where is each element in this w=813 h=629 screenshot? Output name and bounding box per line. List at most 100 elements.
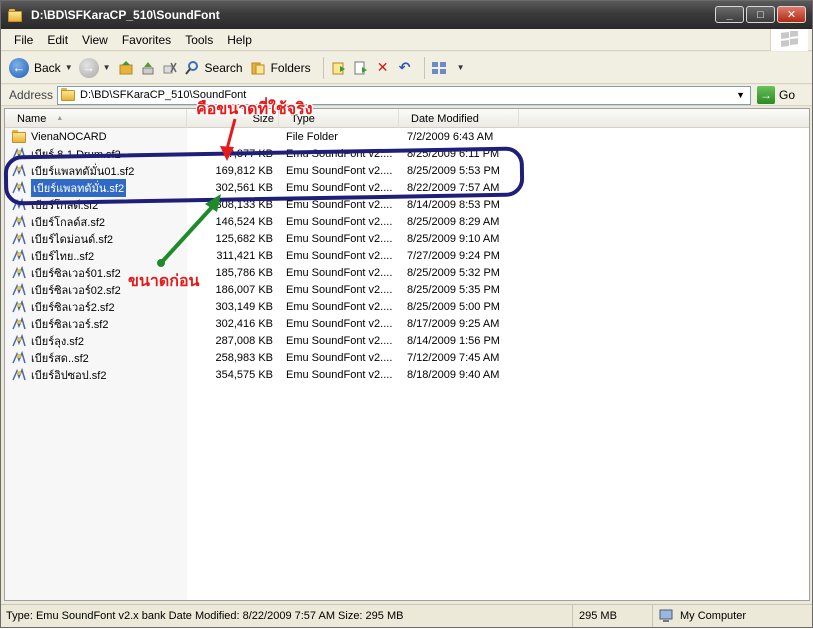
file-name-cell: เบียร์โกลด์ส.sf2 <box>5 213 187 231</box>
file-size: 185,786 KB <box>215 266 274 279</box>
file-name: เบียร์ซิลเวอร์01.sf2 <box>31 267 121 280</box>
file-name-cell: เบียร์อิปซอป.sf2 <box>5 366 187 384</box>
file-size: 311,421 KB <box>216 249 273 262</box>
back-button[interactable]: ← Back ▼ <box>9 57 73 78</box>
explorer-window: D:\BD\SFKaraCP_510\SoundFont _ □ ✕ File … <box>0 0 813 628</box>
file-name-cell: เบียร์ซิลเวอร์.sf2 <box>5 315 187 333</box>
up-folder-icon[interactable] <box>117 59 135 77</box>
file-date: 8/25/2009 8:29 AM <box>407 215 500 228</box>
file-size: 258,983 KB <box>215 351 274 364</box>
file-type: Emu SoundFont v2.... <box>286 334 393 347</box>
soundfont-file-icon <box>11 299 27 314</box>
file-size: 287,008 KB <box>215 334 274 347</box>
file-date: 8/14/2009 8:53 PM <box>407 198 500 211</box>
status-zone-label: My Computer <box>680 610 747 622</box>
highlight-oval <box>3 146 525 206</box>
file-type: Emu SoundFont v2.... <box>286 249 393 262</box>
soundfont-file-icon <box>11 214 27 229</box>
column-date-label: Date Modified <box>411 112 479 125</box>
minimize-button[interactable]: _ <box>715 6 744 23</box>
file-name-cell: เบียร์ลุง.sf2 <box>5 332 187 350</box>
file-row[interactable]: เบียร์สด..sf2 258,983 KB Emu SoundFont v2.… <box>5 349 809 366</box>
menu-tools[interactable]: Tools <box>178 33 220 47</box>
file-size: 146,524 KB <box>215 215 274 228</box>
menu-favorites[interactable]: Favorites <box>115 33 178 47</box>
undo-icon[interactable]: ↶ <box>396 59 414 77</box>
go-label: Go <box>779 88 796 102</box>
file-row[interactable]: เบียร์โกลด์ส.sf2 146,524 KB Emu SoundFont … <box>5 213 809 230</box>
soundfont-file-icon <box>11 333 27 348</box>
views-dropdown-icon[interactable]: ▼ <box>457 63 465 72</box>
search-label: Search <box>204 60 243 75</box>
windows-logo-icon <box>770 29 808 51</box>
file-date: 7/12/2009 7:45 AM <box>407 351 500 364</box>
go-button[interactable]: → Go <box>757 86 795 104</box>
file-row[interactable]: เบียร์ซิลเวอร์.sf2 302,416 KB Emu SoundFon… <box>5 315 809 332</box>
file-row[interactable]: เบียร์ซิลเวอร์02.sf2 186,007 KB Emu SoundF… <box>5 281 809 298</box>
back-dropdown-icon[interactable]: ▼ <box>65 63 73 72</box>
file-type: Emu SoundFont v2.... <box>286 215 393 228</box>
folders-icon <box>249 59 267 77</box>
forward-button[interactable]: → ▼ <box>78 57 111 78</box>
soundfont-file-icon <box>11 367 27 382</box>
file-size: 303,149 KB <box>215 300 274 313</box>
file-type: Emu SoundFont v2.... <box>286 317 393 330</box>
soundfont-file-icon <box>11 231 27 246</box>
delete-icon[interactable]: ✕ <box>374 59 392 77</box>
folder-icon <box>60 88 76 102</box>
file-row[interactable]: เบียร์ไทย..sf2 311,421 KB Emu SoundFont v2… <box>5 247 809 264</box>
views-icon[interactable] <box>431 59 449 77</box>
column-name-label: Name <box>17 112 47 125</box>
file-type: Emu SoundFont v2.... <box>286 351 393 364</box>
file-type: Emu SoundFont v2.... <box>286 266 393 279</box>
address-dropdown-icon[interactable]: ▼ <box>733 88 748 103</box>
annotation-actual-size: คือขนาดที่ใช้จริง <box>196 101 313 118</box>
disconnect-icon[interactable] <box>161 59 179 77</box>
file-row[interactable]: เบียร์ซิลเวอร์2.sf2 303,149 KB Emu SoundFo… <box>5 298 809 315</box>
address-field[interactable]: D:\BD\SFKaraCP_510\SoundFont ▼ <box>57 85 752 105</box>
menu-help[interactable]: Help <box>220 33 259 47</box>
folder-icon <box>7 8 23 22</box>
file-type: File Folder <box>286 130 338 143</box>
menu-edit[interactable]: Edit <box>40 33 75 47</box>
title-bar[interactable]: D:\BD\SFKaraCP_510\SoundFont _ □ ✕ <box>1 1 812 29</box>
column-header-date[interactable]: Date Modified <box>399 109 519 128</box>
file-name: เบียร์ลุง.sf2 <box>31 335 84 348</box>
window-controls: _ □ ✕ <box>715 6 806 23</box>
close-button[interactable]: ✕ <box>777 6 806 23</box>
forward-dropdown-icon[interactable]: ▼ <box>103 63 111 72</box>
file-size: 125,682 KB <box>215 232 274 245</box>
maximize-button[interactable]: □ <box>746 6 775 23</box>
file-name: เบียร์ซิลเวอร์02.sf2 <box>31 284 121 297</box>
list-header: Name ▲ Size Type Date Modified <box>5 109 809 128</box>
move-to-icon[interactable] <box>330 59 348 77</box>
copy-to-icon[interactable] <box>352 59 370 77</box>
file-date: 8/14/2009 1:56 PM <box>407 334 500 347</box>
file-row[interactable]: เบียร์ไดม่อนด์.sf2 125,682 KB Emu SoundFon… <box>5 230 809 247</box>
file-name-cell: เบียร์ไทย..sf2 <box>5 247 187 265</box>
status-size: 295 MB <box>573 605 653 627</box>
file-row[interactable]: เบียร์ลุง.sf2 287,008 KB Emu SoundFont v2.… <box>5 332 809 349</box>
address-label: Address <box>9 88 54 102</box>
status-zone: My Computer <box>653 609 746 623</box>
menu-bar: File Edit View Favorites Tools Help <box>1 29 812 51</box>
file-row[interactable]: เบียร์ซิลเวอร์01.sf2 185,786 KB Emu SoundF… <box>5 264 809 281</box>
menu-view[interactable]: View <box>75 33 115 47</box>
folders-button[interactable]: Folders <box>249 59 311 77</box>
soundfont-file-icon <box>11 248 27 263</box>
menu-file[interactable]: File <box>7 33 40 47</box>
file-date: 8/18/2009 9:40 AM <box>407 368 500 381</box>
file-name: เบียร์สด..sf2 <box>31 352 89 365</box>
back-label: Back <box>34 60 61 75</box>
network-icon[interactable] <box>139 59 157 77</box>
file-date: 8/25/2009 5:32 PM <box>407 266 500 279</box>
file-row[interactable]: เบียร์อิปซอป.sf2 354,575 KB Emu SoundFont … <box>5 366 809 383</box>
file-name-cell: VienaNOCARD <box>5 129 187 144</box>
computer-icon <box>659 609 675 623</box>
file-name: เบียร์ไดม่อนด์.sf2 <box>31 233 114 246</box>
file-row[interactable]: VienaNOCARD File Folder 7/2/2009 6:43 AM <box>5 128 809 145</box>
column-header-name[interactable]: Name ▲ <box>5 109 187 128</box>
file-date: 8/25/2009 9:10 AM <box>407 232 500 245</box>
soundfont-file-icon <box>11 265 27 280</box>
search-button[interactable]: Search <box>183 59 243 77</box>
